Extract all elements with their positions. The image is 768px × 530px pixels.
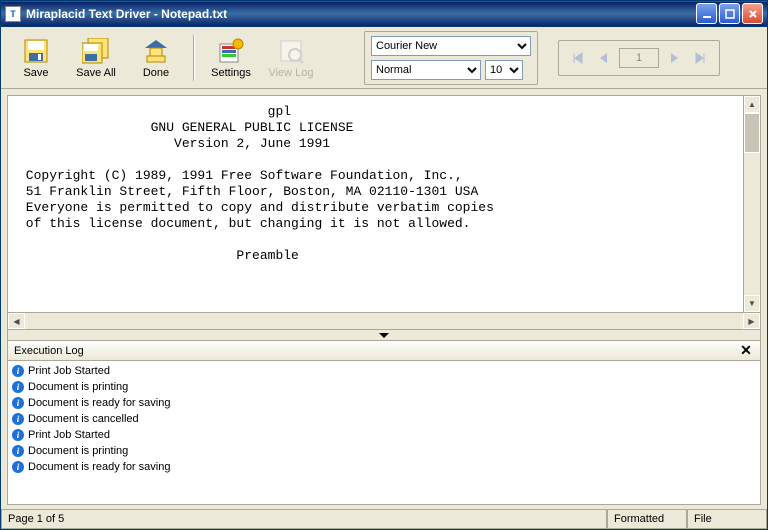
next-page-button[interactable] (665, 47, 685, 69)
log-item-text: Print Job Started (28, 429, 110, 441)
log-item[interactable]: i Document is printing (12, 443, 756, 459)
toolbar-separator (193, 35, 194, 81)
log-item-text: Document is printing (28, 445, 128, 457)
scroll-right-icon[interactable]: ▶ (743, 313, 760, 329)
info-icon: i (12, 429, 24, 441)
toolbar: Save Save All Done Settings View Log (1, 27, 767, 89)
settings-button[interactable]: Settings (204, 31, 258, 85)
scroll-thumb[interactable] (744, 113, 760, 153)
log-item[interactable]: i Document is printing (12, 379, 756, 395)
execution-log-panel: Execution Log ✕ i Print Job Started i Docum… (7, 341, 761, 505)
font-group: Courier New Normal 10 (364, 31, 538, 85)
log-item-text: Document is ready for saving (28, 461, 170, 473)
info-icon: i (12, 445, 24, 457)
font-family-select[interactable]: Courier New (371, 36, 531, 56)
titlebar: T Miraplacid Text Driver - Notepad.txt (1, 1, 767, 27)
app-window: T Miraplacid Text Driver - Notepad.txt S… (0, 0, 768, 530)
scroll-track[interactable] (744, 153, 760, 295)
save-all-button[interactable]: Save All (69, 31, 123, 85)
close-button[interactable] (742, 3, 763, 24)
prev-page-button[interactable] (593, 47, 613, 69)
log-item-text: Document is cancelled (28, 413, 139, 425)
done-button[interactable]: Done (129, 31, 183, 85)
app-icon: T (5, 6, 21, 22)
maximize-button[interactable] (719, 3, 740, 24)
save-all-icon (82, 37, 110, 65)
save-icon (22, 37, 50, 65)
view-log-button: View Log (264, 31, 318, 85)
log-item[interactable]: i Document is ready for saving (12, 459, 756, 475)
scroll-up-icon[interactable]: ▲ (744, 96, 760, 113)
log-item[interactable]: i Print Job Started (12, 363, 756, 379)
chevron-down-icon (378, 332, 390, 339)
log-item[interactable]: i Print Job Started (12, 427, 756, 443)
vertical-scrollbar[interactable]: ▲ ▼ (743, 96, 760, 312)
document-text[interactable]: gpl GNU GENERAL PUBLIC LICENSE Version 2… (8, 96, 743, 312)
status-file: File (687, 510, 767, 529)
font-style-select[interactable]: Normal (371, 60, 481, 80)
log-list[interactable]: iPrint Job StartediDocument is printingi… (8, 361, 760, 504)
horizontal-scrollbar[interactable]: ◀ ▶ (7, 313, 761, 330)
log-item-text: Document is ready for saving (28, 397, 170, 409)
info-icon: i (12, 461, 24, 473)
scroll-left-icon[interactable]: ◀ (8, 313, 25, 329)
log-close-button[interactable]: ✕ (738, 343, 754, 359)
minimize-button[interactable] (696, 3, 717, 24)
scroll-down-icon[interactable]: ▼ (744, 295, 760, 312)
last-page-button[interactable] (691, 47, 711, 69)
info-icon: i (12, 365, 24, 377)
info-icon: i (12, 413, 24, 425)
info-icon: i (12, 397, 24, 409)
window-title: Miraplacid Text Driver - Notepad.txt (26, 7, 696, 21)
log-item[interactable]: i Document is cancelled (12, 411, 756, 427)
log-item[interactable]: i Document is ready for saving (12, 395, 756, 411)
log-header: Execution Log ✕ (8, 341, 760, 361)
window-buttons (696, 3, 763, 24)
status-formatted: Formatted (607, 510, 687, 529)
splitter-handle[interactable] (7, 330, 761, 341)
view-log-icon (277, 37, 305, 65)
first-page-button[interactable] (567, 47, 587, 69)
done-icon (142, 37, 170, 65)
document-viewer: gpl GNU GENERAL PUBLIC LICENSE Version 2… (7, 95, 761, 313)
status-bar: Page 1 of 5 Formatted File (1, 509, 767, 529)
status-page: Page 1 of 5 (1, 510, 607, 529)
info-icon: i (12, 381, 24, 393)
page-number-box[interactable]: 1 (619, 48, 659, 68)
log-item-text: Print Job Started (28, 365, 110, 377)
log-title: Execution Log (14, 345, 738, 357)
scroll-track-h[interactable] (25, 313, 743, 329)
font-size-select[interactable]: 10 (485, 60, 523, 80)
save-button[interactable]: Save (9, 31, 63, 85)
page-nav-group: 1 (558, 40, 720, 76)
settings-icon (217, 37, 245, 65)
log-item-text: Document is printing (28, 381, 128, 393)
